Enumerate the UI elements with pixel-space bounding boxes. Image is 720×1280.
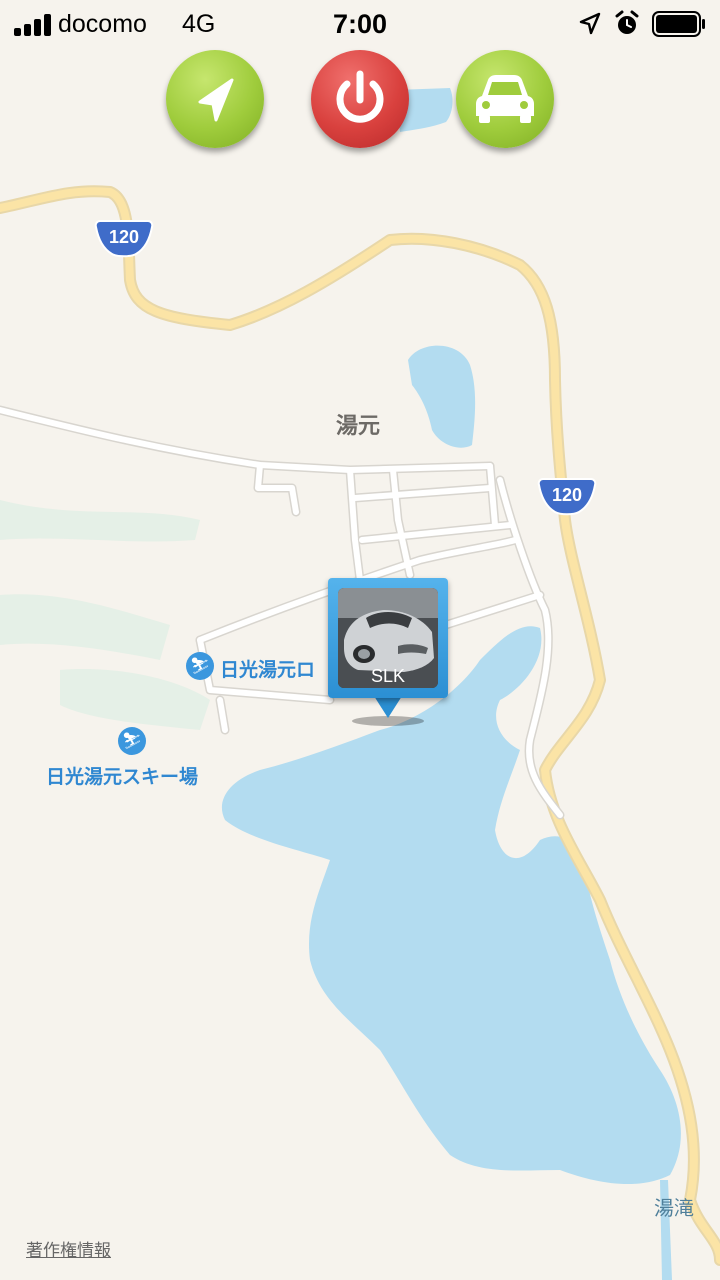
navigate-button[interactable] (166, 50, 264, 148)
pin-tail (374, 696, 402, 718)
status-bar: docomo 4G 7:00 (0, 0, 720, 50)
vehicle-button[interactable] (456, 50, 554, 148)
poi-label[interactable]: 日光湯元スキー場 (46, 762, 198, 789)
power-button[interactable] (311, 50, 409, 148)
skier-icon[interactable]: ⛷ (118, 727, 146, 755)
power-icon (336, 70, 384, 123)
alarm-clock-icon (615, 10, 639, 34)
town-label: 湯元 (336, 413, 381, 438)
route-shield: 120 (94, 218, 154, 258)
vehicle-pin[interactable]: SLK (328, 578, 448, 698)
vehicle-label: SLK (370, 666, 406, 686)
clock: 7:00 (332, 9, 388, 39)
water-label: 湯滝 (654, 1198, 694, 1220)
poi-label[interactable]: 日光湯元ロ (220, 655, 315, 682)
car-icon (476, 75, 534, 123)
location-arrow-icon (579, 12, 601, 35)
route-shield: 120 (537, 476, 597, 516)
skier-icon[interactable]: ⛷ (186, 652, 214, 680)
copyright-link[interactable]: 著作権情報 (26, 1236, 111, 1261)
location-arrow-icon (198, 78, 234, 122)
battery-icon (652, 11, 705, 37)
